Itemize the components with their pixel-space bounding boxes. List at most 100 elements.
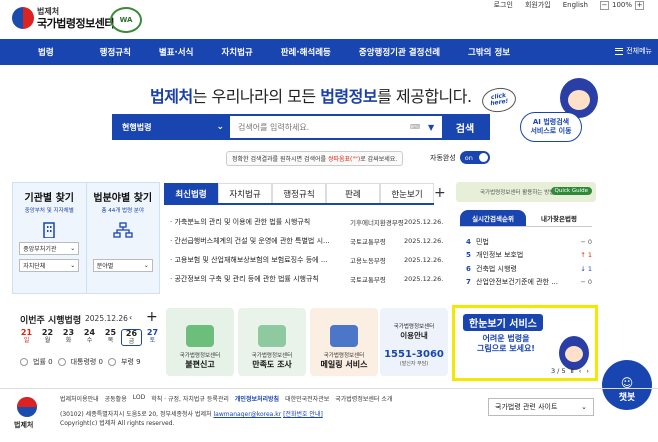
- nav-item-admin-rules[interactable]: 행정규칙: [86, 46, 145, 58]
- zoom-in-button[interactable]: +: [635, 0, 644, 10]
- tab-local-laws[interactable]: 자치법규: [218, 183, 272, 203]
- legend-decree[interactable]: 대통령령 0: [71, 357, 103, 367]
- rank-name[interactable]: 민법: [476, 237, 572, 247]
- field-select[interactable]: 분야별 ⌄: [92, 259, 153, 272]
- english-link[interactable]: English: [563, 1, 588, 9]
- nav-item-precedents[interactable]: 판례·해석례등: [267, 46, 345, 58]
- list-item[interactable]: · 고용보험 및 산업재해보상보험의 보험료징수 등에 ... 고용노동부령 202…: [170, 250, 450, 269]
- zoom-level: 100%: [611, 1, 632, 9]
- satisfaction-survey-card[interactable]: 국가법령정보센터 만족도 조사: [238, 308, 306, 376]
- calendar-day[interactable]: 24 수: [79, 328, 100, 346]
- rank-change: ↑ 1: [580, 251, 592, 260]
- all-menu-button[interactable]: 전체메뉴: [615, 46, 652, 56]
- tab-latest-laws[interactable]: 최신법령: [164, 183, 218, 203]
- law-title[interactable]: · 간선급행버스체계의 건설 및 운영에 관한 특별법 시...: [170, 236, 350, 246]
- search-button[interactable]: 검색: [442, 116, 488, 138]
- calendar-prev-button[interactable]: ‹: [129, 313, 132, 322]
- wa-badge-text: WA: [119, 16, 133, 24]
- calendar-day[interactable]: 22 월: [37, 328, 58, 346]
- footer-phone-link[interactable]: [전화번호 안내]: [283, 411, 323, 418]
- virtual-keyboard-icon[interactable]: ⌨: [410, 116, 428, 138]
- rank-name[interactable]: 건축법 시행령: [476, 264, 572, 274]
- footer-copyright: Copyright(c) 법제처 All rights reserved.: [60, 420, 175, 427]
- rank-row[interactable]: 5 개인정보 보호법 ↑ 1: [466, 249, 592, 263]
- footer-link[interactable]: 공동활용: [105, 394, 127, 403]
- hero-title-end: 를 제공합니다.: [377, 87, 472, 106]
- footer-ministry-name: 법제처: [14, 421, 34, 429]
- footer-link[interactable]: 대한민국전자관보: [285, 394, 329, 403]
- mailing-service-card[interactable]: 국가법령정보센터 메일링 서비스: [310, 308, 378, 376]
- footer-link-privacy[interactable]: 개인정보처리방침: [235, 394, 279, 403]
- click-here-bubble[interactable]: click here!: [480, 85, 518, 115]
- footer-link[interactable]: 국가법령정보센터 소개: [335, 394, 392, 403]
- footer-link[interactable]: 법제처이용안내: [60, 394, 99, 403]
- tab-precedents[interactable]: 판례: [326, 183, 380, 203]
- chevron-right-icon[interactable]: ›: [586, 367, 589, 375]
- list-item[interactable]: · 가축분뇨의 관리 및 이용에 관한 법률 시행규칙 기후에너지환경부령 2025…: [170, 212, 450, 231]
- org-central-select[interactable]: 중앙부처기관 ⌄: [19, 242, 80, 255]
- footer-link[interactable]: LOD: [133, 394, 145, 403]
- list-item[interactable]: · 간선급행버스체계의 건설 및 운영에 관한 특별법 시... 국토교통부령 20…: [170, 231, 450, 250]
- calendar-day[interactable]: 23 화: [58, 328, 79, 346]
- legend-ordinance[interactable]: 부령 9: [121, 357, 141, 367]
- logo-site-name[interactable]: 국가법령정보센터: [37, 15, 114, 31]
- login-link[interactable]: 로그인: [494, 0, 513, 10]
- report-inconvenience-card[interactable]: 국가법령정보센터 불편신고: [166, 308, 234, 376]
- org-local-select[interactable]: 자치단체 ⌄: [19, 259, 80, 272]
- calendar-day[interactable]: 21 일: [16, 328, 37, 346]
- calendar-day-today[interactable]: 26 금: [121, 329, 142, 347]
- nav-item-law[interactable]: 법령: [0, 46, 86, 58]
- signup-link[interactable]: 회원가입: [525, 0, 551, 10]
- ai-search-link[interactable]: AI 법령검색 서비스로 이동: [520, 112, 582, 142]
- footer-email[interactable]: lawmanager@korea.kr: [213, 411, 281, 418]
- nav-item-local-laws[interactable]: 자치법규: [207, 46, 266, 58]
- law-list: · 가축분뇨의 관리 및 이용에 관한 법률 시행규칙 기후에너지환경부령 2025…: [170, 212, 450, 288]
- chatbot-button[interactable]: ☺ 챗봇: [602, 360, 652, 410]
- tab-my-laws[interactable]: 내가찾은법령: [526, 210, 592, 227]
- rank-name[interactable]: 산업안전보건기준에 관한 ...: [476, 277, 572, 287]
- zoom-control: − 100% +: [599, 0, 644, 10]
- org-finder-title[interactable]: 기관별 찾기: [25, 189, 74, 204]
- related-sites-select[interactable]: 국가법령 관련 사이트 ⌄: [488, 398, 594, 416]
- tab-admin-rules[interactable]: 행정규칙: [272, 183, 326, 203]
- calendar-day-week: 금: [128, 337, 135, 345]
- legend-law[interactable]: 법률 0: [33, 357, 53, 367]
- autocomplete-toggle[interactable]: on: [459, 151, 490, 164]
- field-finder-sub: 총 44개 법령 분야: [101, 208, 145, 214]
- search-input[interactable]: [230, 116, 410, 138]
- law-title[interactable]: · 고용보험 및 산업재해보상보험의 보험료징수 등에 ...: [170, 255, 350, 265]
- law-title[interactable]: · 가축분뇨의 관리 및 이용에 관한 법률 시행규칙: [170, 217, 350, 227]
- overview-service-promo[interactable]: 한눈보기 서비스 어려운 법령을 그림으로 보세요! 3 / 5 Ⅱ ‹ ›: [452, 305, 598, 381]
- calendar-day[interactable]: 27 토: [142, 328, 163, 346]
- chevron-left-icon[interactable]: ‹: [579, 367, 582, 375]
- rank-num: 4: [466, 237, 471, 246]
- calendar-day-num: 24: [83, 328, 96, 337]
- tab-overview[interactable]: 한눈보기: [380, 183, 434, 203]
- law-more-button[interactable]: +: [434, 185, 446, 201]
- pause-icon[interactable]: Ⅱ: [571, 367, 574, 375]
- usage-guide-card[interactable]: 국가법령정보센터 이용안내 1551-3060 (발신자 부담): [380, 308, 448, 376]
- list-item[interactable]: · 공간정보의 구축 및 관리 등에 관한 법률 시행규칙 국토교통부령 2025.…: [170, 269, 450, 288]
- footer-link[interactable]: 학칙 · 규정, 자치법규 등록관리: [151, 394, 229, 403]
- field-finder-title[interactable]: 법분야별 찾기: [93, 189, 152, 204]
- hamburger-icon: [615, 47, 624, 55]
- search-category-select[interactable]: 현행법령 ⌄: [114, 116, 230, 138]
- law-title[interactable]: · 공간정보의 구축 및 관리 등에 관한 법률 시행규칙: [170, 274, 350, 284]
- card-site-label: 국가법령정보센터: [323, 353, 365, 359]
- rank-name[interactable]: 개인정보 보호법: [476, 250, 572, 260]
- rank-row[interactable]: 6 건축법 시행령 ↓ 1: [466, 262, 592, 276]
- rank-row[interactable]: 7 산업안전보건기준에 관한 ... − 0: [466, 276, 592, 290]
- search-history-caret-icon[interactable]: ▼: [428, 116, 442, 138]
- nav-item-other-info[interactable]: 그밖의 정보: [454, 46, 524, 58]
- calendar-more-button[interactable]: +: [146, 309, 158, 325]
- nav-item-central-decisions[interactable]: 중앙행정기관 결정선례: [345, 46, 454, 58]
- main-nav: 법령 행정규칙 별표·서식 자치법규 판례·해석례등 중앙행정기관 결정선례 그…: [0, 39, 658, 65]
- government-emblem-icon[interactable]: [12, 7, 34, 29]
- calendar-day[interactable]: 25 목: [100, 328, 121, 346]
- rank-row[interactable]: 4 민법 − 0: [466, 235, 592, 249]
- zoom-out-button[interactable]: −: [599, 0, 609, 10]
- tab-realtime-rank[interactable]: 실시간검색순위: [460, 210, 526, 227]
- nav-item-tables-forms[interactable]: 별표·서식: [145, 46, 208, 58]
- quick-guide-banner[interactable]: 국가법령정보센터 활용하는 방법 Quick Guide: [456, 182, 596, 202]
- chevron-down-icon: ⌄: [581, 403, 587, 411]
